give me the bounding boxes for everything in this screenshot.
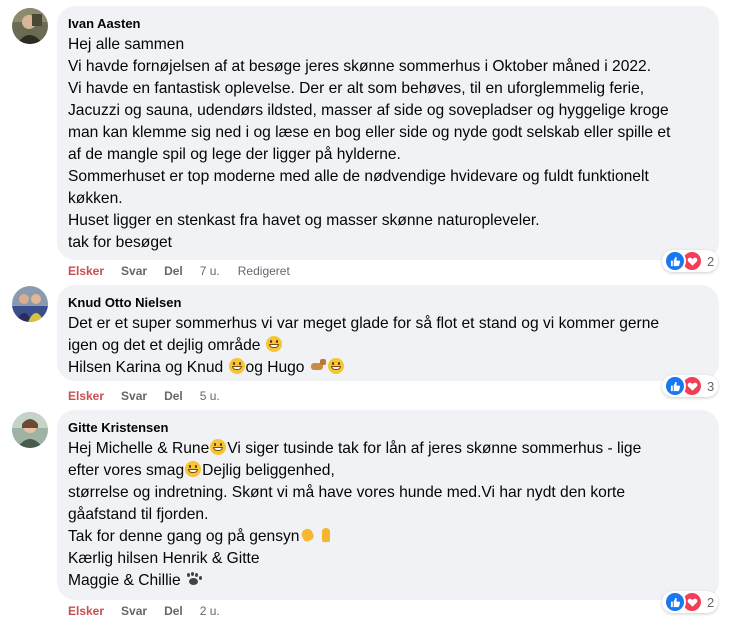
comment-text: Hej alle sammen Vi havde fornøjelsen af a…	[68, 36, 671, 251]
share-button[interactable]: Del	[164, 387, 183, 405]
comment-actions: Elsker Svar Del 7 u. Redigeret	[68, 262, 290, 280]
dog-icon	[310, 358, 326, 374]
like-button[interactable]: Elsker	[68, 602, 104, 620]
comment-text: Hej Michelle & Rune Vi siger tusinde tak …	[68, 439, 642, 589]
reaction-count: 2	[707, 253, 715, 269]
comment-timestamp[interactable]: 5 u.	[200, 387, 220, 405]
avatar[interactable]	[12, 8, 48, 44]
comment-timestamp[interactable]: 7 u.	[200, 262, 220, 280]
reaction-count: 3	[707, 378, 715, 394]
comment-author[interactable]: Knud Otto Nielsen	[68, 294, 707, 311]
like-reaction-icon	[664, 375, 686, 397]
grinning-face-icon	[327, 358, 344, 374]
comment-actions: Elsker Svar Del 5 u.	[68, 387, 238, 405]
avatar[interactable]	[12, 286, 48, 322]
grinning-face-icon	[228, 358, 245, 374]
paw-prints-icon	[186, 571, 202, 587]
reply-button[interactable]: Svar	[121, 602, 147, 620]
grinning-face-icon	[210, 439, 227, 455]
like-reaction-icon	[664, 250, 686, 272]
comment-author[interactable]: Gitte Kristensen	[68, 419, 707, 436]
grinning-face-icon	[185, 461, 202, 477]
waving-hand-icon	[300, 527, 316, 543]
comment-actions: Elsker Svar Del 2 u.	[68, 602, 238, 620]
reaction-summary[interactable]: 2	[662, 250, 719, 272]
folded-hands-icon	[318, 527, 334, 543]
like-button[interactable]: Elsker	[68, 387, 104, 405]
grinning-face-icon	[265, 336, 282, 352]
share-button[interactable]: Del	[164, 602, 183, 620]
comment-text: Det er et super sommerhus vi var meget g…	[68, 315, 660, 376]
reaction-summary[interactable]: 3	[662, 375, 719, 397]
comment-author[interactable]: Ivan Aasten	[68, 15, 707, 32]
comment-timestamp[interactable]: 2 u.	[200, 602, 220, 620]
like-button[interactable]: Elsker	[68, 262, 104, 280]
avatar[interactable]	[12, 412, 48, 448]
reply-button[interactable]: Svar	[121, 387, 147, 405]
like-reaction-icon	[664, 591, 686, 613]
reply-button[interactable]: Svar	[121, 262, 147, 280]
share-button[interactable]: Del	[164, 262, 183, 280]
reaction-summary[interactable]: 2	[662, 591, 719, 613]
reaction-count: 2	[707, 594, 715, 610]
comment-bubble: Knud Otto Nielsen Det er et super sommer…	[57, 285, 719, 381]
comment-bubble: Gitte Kristensen Hej Michelle & Rune Vi s…	[57, 410, 719, 600]
comment-bubble: Ivan Aasten Hej alle sammen Vi havde forn…	[57, 6, 719, 260]
edited-label: Redigeret	[237, 264, 290, 278]
